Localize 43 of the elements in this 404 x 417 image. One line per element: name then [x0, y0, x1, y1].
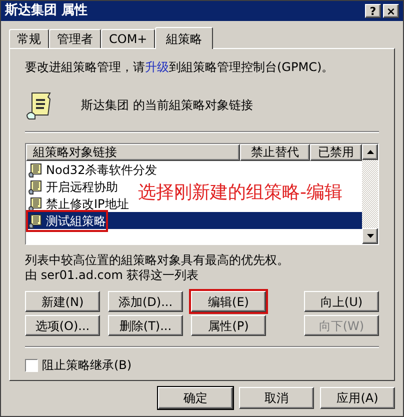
tab[interactable]: COM+ [101, 29, 156, 48]
list-item[interactable]: 开启远程协助 [28, 178, 118, 196]
source-note: 由 ser01.ad.com 获得这一列表 [25, 268, 200, 283]
scroll-down-icon[interactable] [362, 228, 378, 244]
close-button[interactable]: × [383, 4, 399, 18]
section-heading: 斯达集团 的当前組策略对象链接 [81, 97, 253, 114]
scroll-icon [28, 212, 44, 228]
scroll-icon [28, 162, 44, 178]
gpo-name: 测试組策略 [46, 212, 106, 230]
upgrade-link[interactable]: 升级 [145, 60, 169, 74]
dialog-button[interactable]: 添加(D)... [108, 291, 183, 312]
dialog-button[interactable]: 属性(P) [191, 315, 266, 336]
column-header[interactable]: 組策略对象链接 [26, 144, 240, 161]
tab[interactable]: 常规 [9, 29, 49, 48]
list-item[interactable]: 禁止修改IP地址 [28, 194, 129, 212]
dialog-button[interactable]: 确定 [158, 387, 233, 409]
list-item[interactable]: Nod32杀毒软件分发 [28, 160, 158, 178]
window-title: 斯达集团 属性 [5, 2, 88, 20]
dialog-button[interactable]: 编辑(E) [191, 291, 266, 312]
annotation-text: 选择刚新建的组策略-编辑 [138, 184, 342, 202]
tab[interactable]: 組策略 [155, 27, 214, 49]
gpo-name: 禁止修改IP地址 [46, 196, 129, 212]
dialog-button[interactable]: 向上(U) [304, 291, 379, 312]
priority-note: 列表中较高位置的組策略对象具有最高的优先权。 [25, 253, 290, 268]
scrollbar[interactable] [362, 144, 378, 244]
column-header[interactable]: 禁止替代 [240, 144, 310, 161]
list-row[interactable]: 测试組策略 [26, 212, 362, 229]
dialog-button[interactable]: 应用(A) [320, 387, 395, 409]
dialog-button[interactable]: 新建(N) [25, 291, 100, 312]
upgrade-notice: 要改进組策略管理，请升级到組策略管理控制台(GPMC)。 [25, 59, 335, 75]
dialog-button[interactable]: 选项(O)... [25, 315, 100, 336]
gpo-name: Nod32杀毒软件分发 [46, 162, 158, 178]
dialog-button[interactable]: 取消 [239, 387, 314, 409]
gpo-name: 开启远程协助 [46, 178, 118, 196]
dialog-button[interactable]: 删除(T)... [108, 315, 183, 336]
scroll-icon [28, 196, 44, 212]
scroll-icon [28, 178, 44, 194]
scroll-up-icon[interactable] [362, 144, 378, 160]
column-header[interactable]: 已禁用 [310, 144, 362, 161]
help-button[interactable]: ? [365, 4, 381, 18]
checkbox[interactable] [25, 358, 38, 372]
checkbox-label: 阻止策略继承(B) [42, 357, 132, 374]
tab[interactable]: 管理者 [49, 29, 101, 48]
